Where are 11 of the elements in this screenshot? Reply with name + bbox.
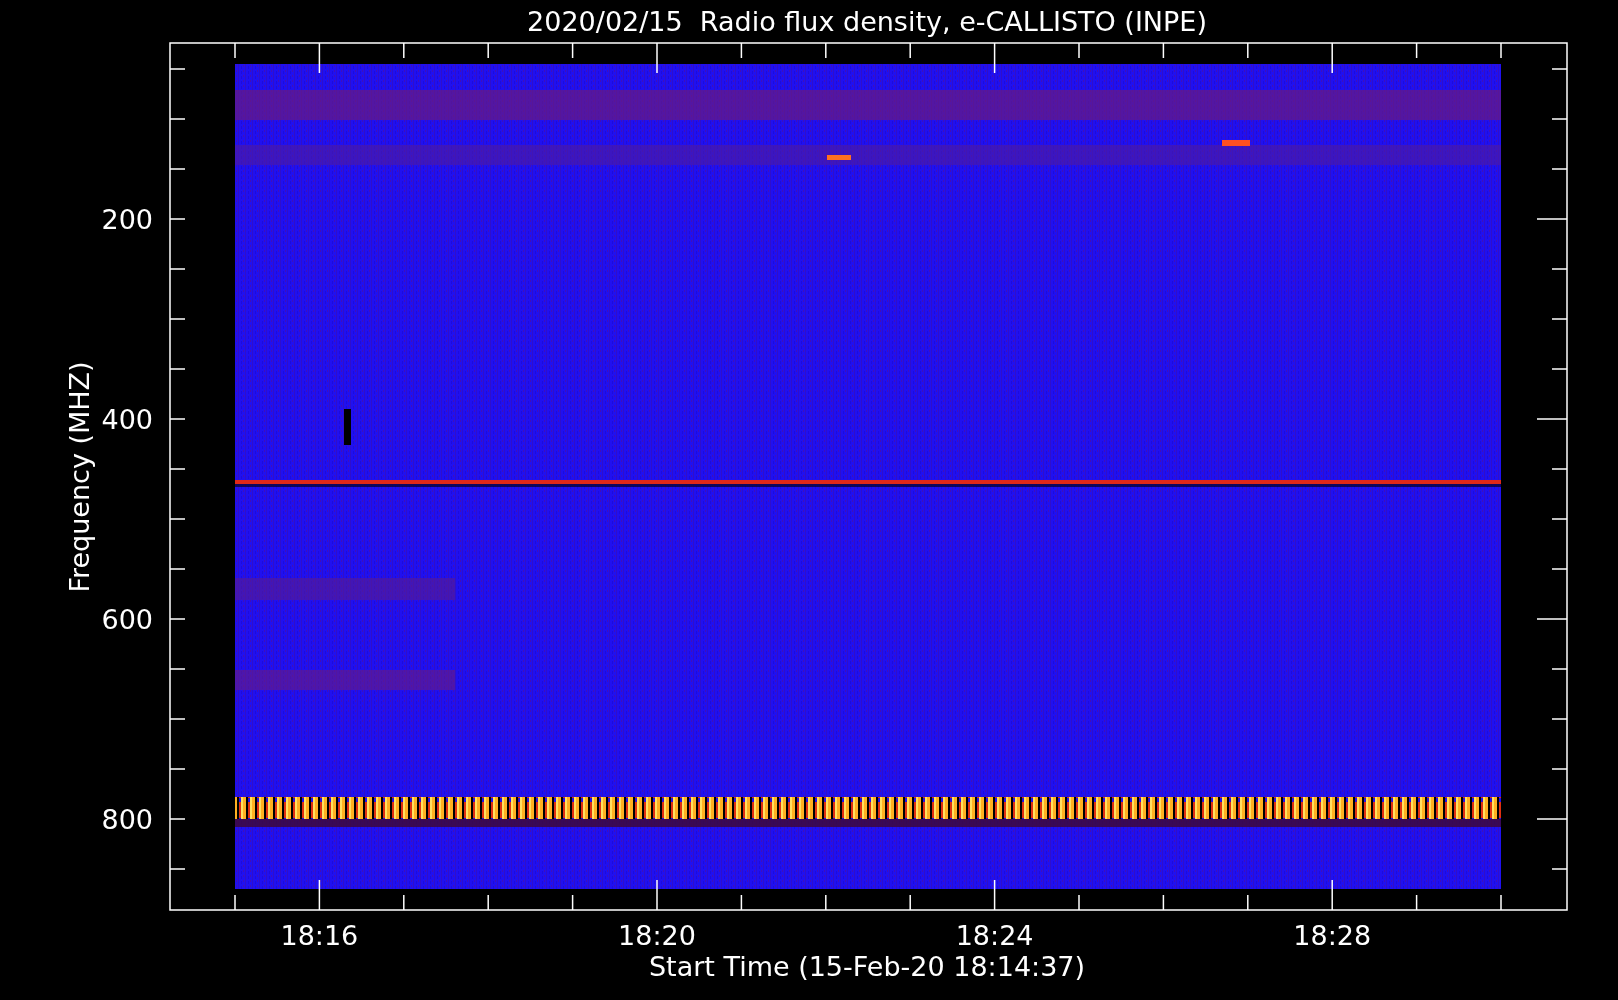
x-tick-label: 18:24: [955, 920, 1034, 951]
y-tick-label: 400: [101, 404, 153, 435]
x-tick-label: 18:16: [280, 920, 359, 951]
y-tick-label: 200: [101, 204, 153, 235]
y-axis-label: Frequency (MHZ): [64, 361, 95, 593]
x-tick-label: 18:28: [1293, 920, 1372, 951]
y-tick-label: 600: [101, 604, 153, 635]
chart-title: 2020/02/15 Radio flux density, e-CALLISTO (INPE): [527, 6, 1207, 37]
y-tick-label: 800: [101, 804, 153, 835]
x-tick-label: 18:20: [618, 920, 696, 951]
x-axis-label: Start Time (15-Feb-20 18:14:37): [648, 951, 1086, 982]
